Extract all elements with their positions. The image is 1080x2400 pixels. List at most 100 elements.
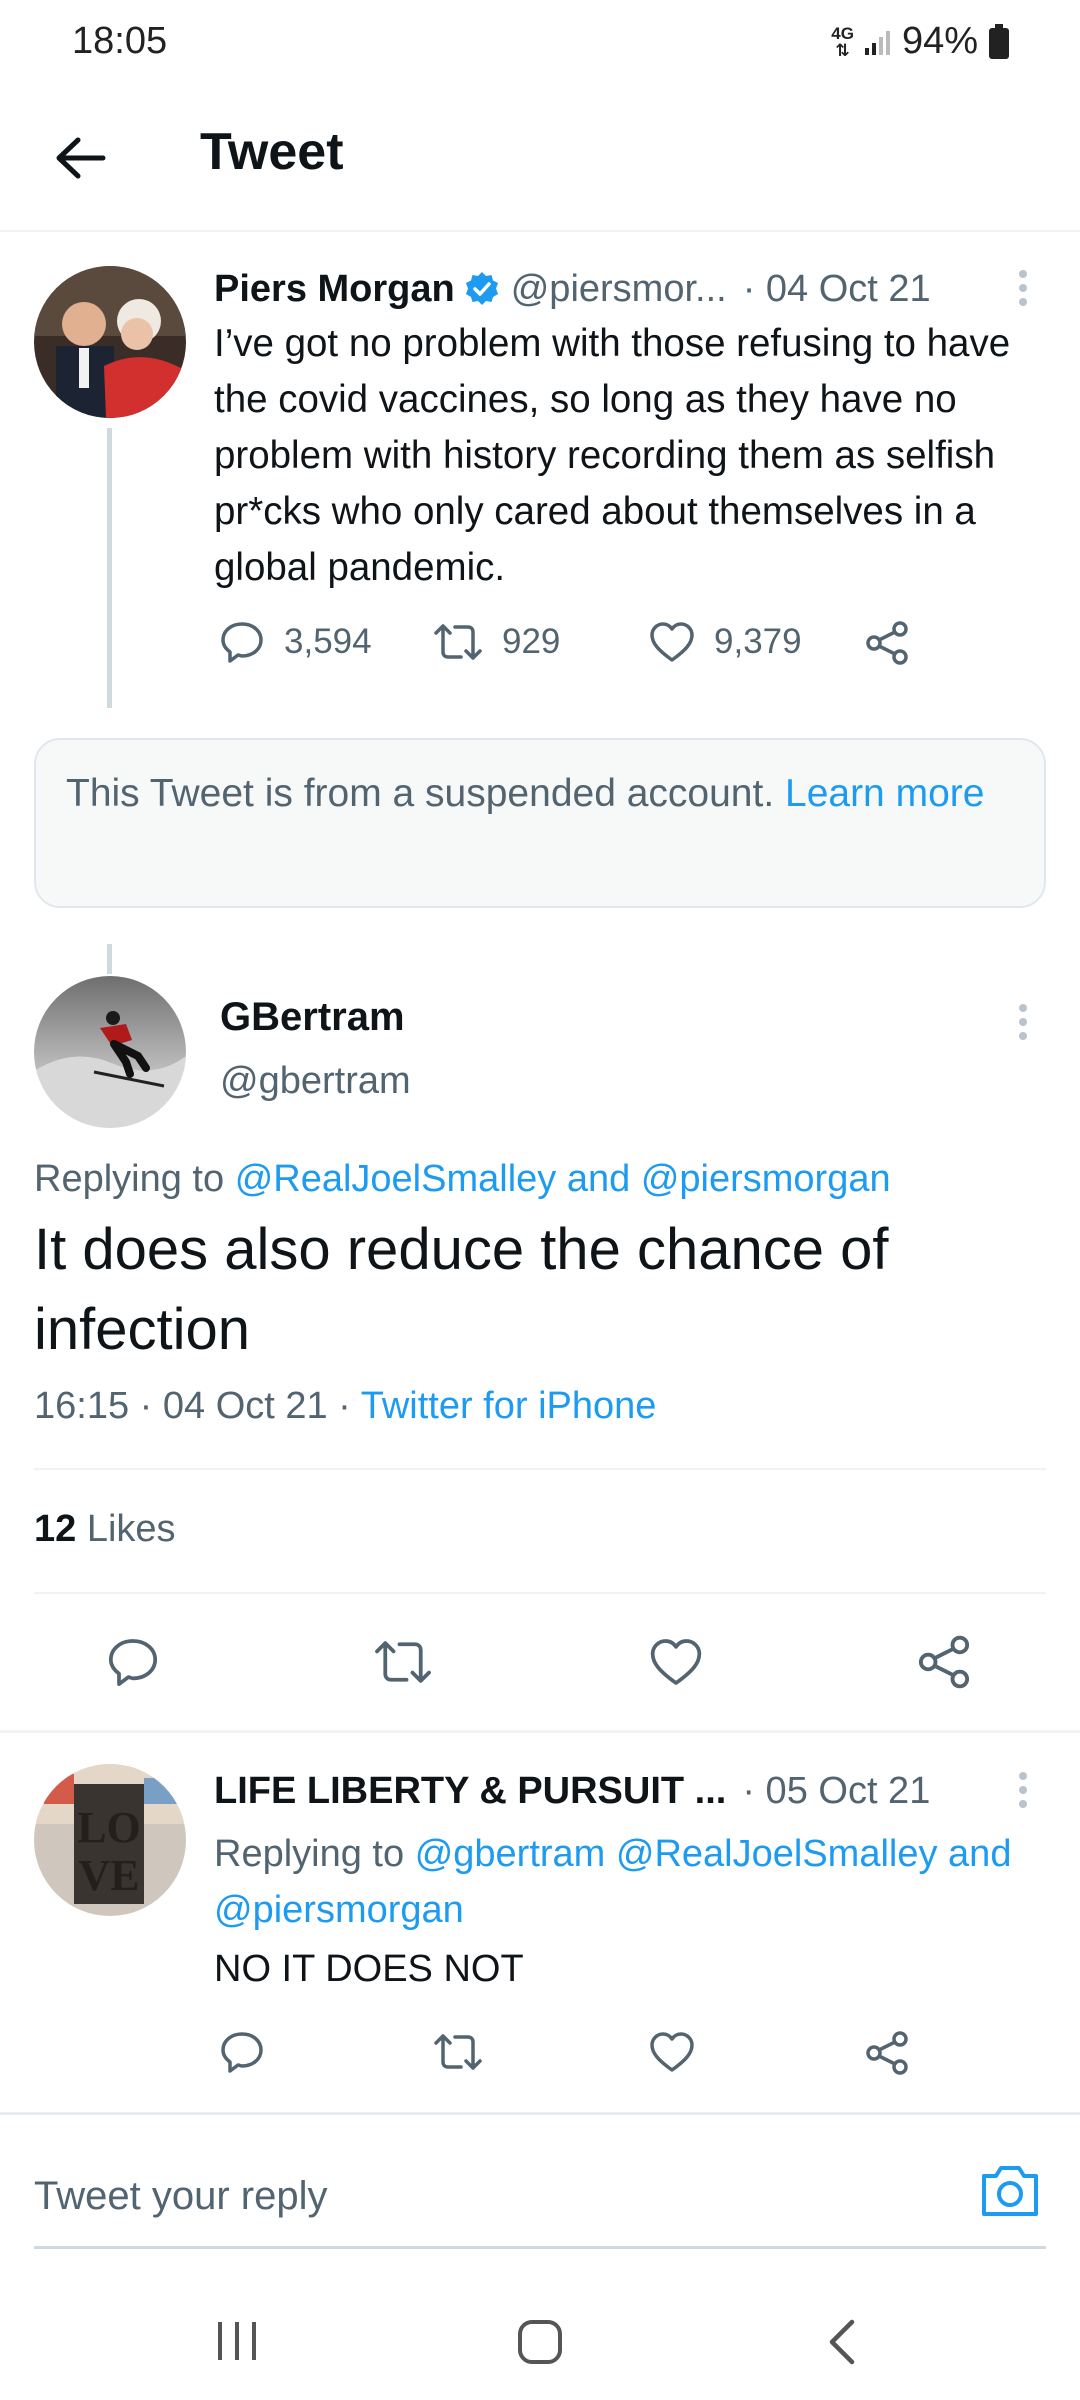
more-vertical-icon [1008,266,1038,310]
tweet-header: Piers Morgan @piersmor... · 04 Oct 21 [214,264,1044,314]
tweet-date: · 05 Oct 21 [742,1770,931,1812]
home-icon [516,2318,564,2366]
share-button[interactable] [916,1634,972,1690]
verified-badge-icon [463,270,501,308]
reply-input[interactable] [34,2166,934,2226]
network-type-icon: 4G ⇅ [831,23,854,60]
camera-icon [978,2162,1042,2220]
back-button[interactable] [44,122,116,194]
mention-link[interactable]: @gbertram [415,1833,606,1875]
comment-icon [105,1636,161,1688]
like-button[interactable]: 9,379 [648,620,802,664]
author-handle[interactable]: @gbertram [220,1060,411,1103]
comment-icon [218,620,266,664]
reply-tweet-text: NO IT DOES NOT [214,1948,524,1990]
share-icon [916,1634,972,1690]
likes-summary[interactable]: 12 Likes [34,1508,176,1551]
mention-link[interactable]: @piersmorgan [641,1158,891,1200]
retweet-button[interactable] [432,2030,484,2074]
reply-button[interactable]: 3,594 [218,620,372,664]
battery-icon [988,23,1010,60]
more-vertical-icon [1008,1768,1038,1812]
top-app-bar: Tweet [0,90,1080,232]
tweet-text: I’ve got no problem with those refusing … [214,322,1011,589]
divider [34,1468,1046,1470]
mention-link[interactable]: @RealJoelSmalley [616,1833,938,1875]
network-type: 4G [831,23,854,43]
likes-count: 12 [34,1508,77,1550]
page-title: Tweet [200,123,344,181]
mention-conjunction: and [948,1833,1012,1875]
reply-button[interactable] [218,2030,266,2074]
heart-icon [648,620,696,664]
retweet-icon [432,620,484,664]
notice-text: This Tweet is from a suspended account. [66,772,775,815]
more-options-button[interactable] [1008,266,1038,316]
more-vertical-icon [1008,1000,1038,1044]
replying-to-label: Replying to [34,1158,225,1200]
like-count: 9,379 [714,622,802,661]
replying-to: Replying to @RealJoelSmalley and @piersm… [34,1158,891,1201]
battery-percent: 94% [901,20,978,62]
retweet-count: 929 [502,622,561,661]
compose-underline [34,2246,1046,2249]
mention-link[interactable]: @RealJoelSmalley [235,1158,557,1200]
svg-text:LO: LO [77,1803,141,1852]
thread-line [107,428,112,708]
divider [0,1730,1080,1733]
divider [0,2112,1080,2115]
status-time: 18:05 [72,20,168,62]
avatar-piers-morgan[interactable] [34,266,186,418]
camera-button[interactable] [978,2162,1042,2220]
recent-apps-icon [214,2320,260,2362]
heart-icon [648,2030,696,2074]
mention-link[interactable]: @piersmorgan [214,1889,464,1931]
tweet-timestamp: 16:15 · 04 Oct 21 · [34,1385,351,1427]
mention-conjunction: and [566,1158,631,1200]
like-button[interactable] [648,2030,696,2074]
author-name[interactable]: Piers Morgan [214,268,455,311]
retweet-button[interactable]: 929 [432,620,560,664]
share-button[interactable] [864,2030,910,2076]
retweet-icon [432,2030,484,2074]
main-tweet-text: It does also reduce the chance of infect… [34,1217,889,1362]
arrow-left-icon [54,136,106,180]
status-indicators: 4G ⇅ 94% [831,20,1010,63]
tweet-header: LIFE LIBERTY & PURSUIT ... · 05 Oct 21 [214,1770,1044,1813]
share-icon [864,620,910,666]
divider [34,1592,1046,1594]
tweet-date: · 04 Oct 21 [742,267,931,310]
chevron-left-icon [822,2318,862,2366]
svg-text:VE: VE [78,1851,139,1900]
author-handle[interactable]: @piersmor... [511,268,727,311]
share-button[interactable] [864,620,910,666]
likes-label: Likes [86,1508,176,1550]
thread-line [107,944,112,974]
status-bar: 18:05 4G ⇅ 94% [0,0,1080,90]
system-back-button[interactable] [822,2318,862,2366]
reply-button[interactable] [105,1636,161,1688]
more-options-button[interactable] [1008,1768,1038,1818]
author-name[interactable]: LIFE LIBERTY & PURSUIT ... [214,1770,726,1813]
replying-to: Replying to @gbertram @RealJoelSmalley a… [214,1826,1044,1938]
tweet-meta: 16:15 · 04 Oct 21 · Twitter for iPhone [34,1385,656,1428]
share-icon [864,2030,910,2076]
signal-icon [864,28,892,56]
more-options-button[interactable] [1008,1000,1038,1050]
tweet-source-link[interactable]: Twitter for iPhone [361,1385,657,1427]
retweet-icon [372,1636,434,1688]
recent-apps-button[interactable] [214,2320,260,2362]
reply-count: 3,594 [284,622,372,661]
system-navigation-bar [0,2268,1080,2400]
home-button[interactable] [516,2318,564,2366]
suspended-account-notice: This Tweet is from a suspended account. … [34,738,1046,908]
heart-icon [648,1636,704,1688]
retweet-button[interactable] [372,1636,434,1688]
comment-icon [218,2030,266,2074]
author-name[interactable]: GBertram [220,995,405,1040]
avatar-life-liberty[interactable]: LO VE [34,1764,186,1916]
avatar-gbertram[interactable] [34,976,186,1128]
replying-to-label: Replying to [214,1833,405,1875]
learn-more-link[interactable]: Learn more [785,772,984,815]
like-button[interactable] [648,1636,704,1688]
